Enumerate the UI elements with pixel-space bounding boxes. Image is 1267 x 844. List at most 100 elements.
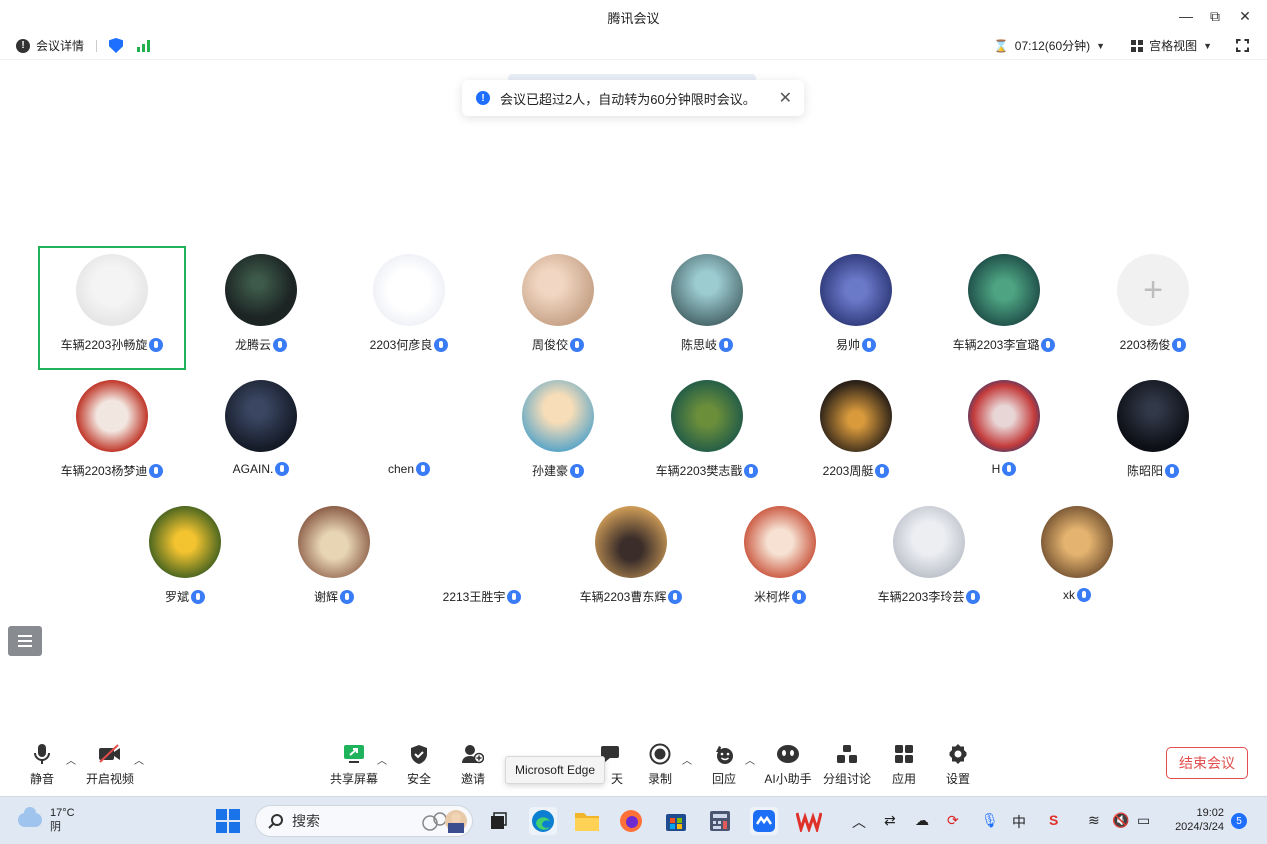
- task-view-icon[interactable]: [484, 807, 512, 835]
- ai-assistant-button[interactable]: AI小助手: [760, 742, 816, 787]
- start-video-button[interactable]: 开启视频: [82, 742, 138, 787]
- participant-tile[interactable]: H: [930, 372, 1078, 496]
- close-button[interactable]: ✕: [1232, 5, 1258, 27]
- fullscreen-icon[interactable]: [1236, 39, 1249, 52]
- chevron-up-icon[interactable]: ︿: [134, 752, 144, 767]
- battery-icon[interactable]: ▭: [1137, 812, 1150, 829]
- edge-browser-icon[interactable]: [529, 807, 557, 835]
- participant-tile[interactable]: 周俊佼: [484, 246, 632, 370]
- camera-off-icon: [82, 742, 138, 766]
- participant-tile[interactable]: 谢辉: [260, 498, 408, 622]
- participant-tile[interactable]: 车辆2203李玲芸: [855, 498, 1003, 622]
- settings-sliders-icon[interactable]: ⇄: [884, 812, 896, 829]
- participant-name-text: 孙建豪: [531, 464, 568, 478]
- meeting-details-link[interactable]: 会议详情: [36, 37, 84, 54]
- breakout-rooms-button[interactable]: 分组讨论: [819, 742, 875, 787]
- share-label: 共享屏幕: [329, 772, 378, 786]
- microphone-icon: [1165, 464, 1179, 478]
- participant-tile[interactable]: 2203何彦良: [335, 246, 483, 370]
- tencent-meeting-icon[interactable]: [750, 807, 778, 835]
- windows-start-icon[interactable]: [214, 807, 242, 835]
- participant-tile[interactable]: xk: [1003, 498, 1151, 622]
- chevron-up-icon[interactable]: ︿: [745, 752, 755, 767]
- file-explorer-icon[interactable]: [573, 807, 601, 835]
- store-icon[interactable]: [662, 807, 690, 835]
- participant-tile[interactable]: 陈思岐: [633, 246, 781, 370]
- participant-tile[interactable]: 易帅: [782, 246, 930, 370]
- participant-avatar: [225, 380, 297, 452]
- participant-avatar: [820, 380, 892, 452]
- calculator-app-icon[interactable]: [706, 807, 734, 835]
- participant-tile[interactable]: 2203周艇: [782, 372, 930, 496]
- participant-name-text: 2203周艇: [822, 464, 874, 478]
- participant-tile[interactable]: 车辆2203曹东辉: [557, 498, 705, 622]
- participant-tile[interactable]: 米柯烨: [706, 498, 854, 622]
- notice-text: 会议已超过2人，自动转为60分钟限时会议。: [500, 91, 756, 107]
- clock-time: 19:02: [1196, 807, 1224, 819]
- participant-name-text: 2203何彦良: [369, 338, 433, 352]
- participant-tile[interactable]: AGAIN.: [187, 372, 335, 496]
- taskbar-tooltip: Microsoft Edge: [505, 756, 605, 784]
- weather-widget[interactable]: 17°C 阴: [18, 806, 75, 834]
- wps-office-icon[interactable]: [795, 807, 823, 835]
- participant-tile[interactable]: 2213王胜宇: [408, 498, 556, 622]
- chevron-up-icon[interactable]: ︿: [682, 752, 692, 767]
- participant-tile[interactable]: 罗斌: [111, 498, 259, 622]
- chevron-up-icon[interactable]: ︿: [377, 752, 387, 767]
- participant-tile[interactable]: chen: [335, 372, 483, 496]
- participant-avatar: [76, 254, 148, 326]
- microphone-icon: [744, 464, 759, 478]
- restore-button[interactable]: ⧉: [1202, 5, 1228, 27]
- react-button[interactable]: 回应: [696, 742, 752, 787]
- onedrive-cloud-icon[interactable]: ☁: [915, 812, 929, 829]
- chevron-up-icon[interactable]: ︿: [852, 812, 866, 832]
- participant-list-toggle[interactable]: [8, 626, 42, 656]
- shield-icon[interactable]: [109, 38, 124, 53]
- participant-name: 陈昭阳: [1079, 462, 1227, 479]
- view-mode-selector[interactable]: 宫格视图: [1149, 37, 1197, 54]
- microphone-icon: [1041, 338, 1056, 352]
- volume-muted-icon[interactable]: 🔇: [1112, 812, 1129, 829]
- participant-tile[interactable]: 陈昭阳: [1079, 372, 1227, 496]
- microphone-tray-icon[interactable]: 🎙: [981, 812, 999, 829]
- settings-button[interactable]: 设置: [930, 742, 986, 787]
- windows-taskbar: 17°C 阴 搜索 ︿ ⇄ ☁ ⟳ 🎙 中 S ≋ 🔇 ▭ 19:02 2024…: [0, 796, 1267, 844]
- participant-tile[interactable]: 龙腾云: [187, 246, 335, 370]
- participant-tile[interactable]: +2203杨俊: [1079, 246, 1227, 370]
- firefox-icon[interactable]: [617, 807, 645, 835]
- participant-avatar: [671, 380, 743, 452]
- minimize-button[interactable]: —: [1173, 5, 1199, 27]
- participant-tile[interactable]: 车辆2203杨梦迪: [38, 372, 186, 496]
- taskbar-search-input[interactable]: 搜索: [255, 805, 473, 837]
- close-icon[interactable]: ✕: [779, 88, 792, 108]
- security-button[interactable]: 安全: [391, 742, 447, 787]
- apps-button[interactable]: 应用: [876, 742, 932, 787]
- wifi-icon[interactable]: ≋: [1088, 812, 1100, 829]
- system-clock[interactable]: 19:02 2024/3/24: [1168, 806, 1224, 834]
- hourglass-icon: ⌛: [993, 38, 1009, 53]
- sogou-input-icon[interactable]: S: [1049, 812, 1058, 828]
- meeting-timer[interactable]: 07:12(60分钟): [1015, 37, 1090, 54]
- chevron-down-icon[interactable]: ▼: [1203, 41, 1212, 51]
- screen-record-icon[interactable]: ⟳: [947, 812, 959, 829]
- chevron-up-icon[interactable]: ︿: [66, 752, 76, 767]
- invite-button[interactable]: 邀请: [445, 742, 501, 787]
- microphone-icon: [507, 590, 522, 604]
- participant-tile[interactable]: 车辆2203樊志戬: [633, 372, 781, 496]
- participant-tile[interactable]: 车辆2203孙畅旋: [38, 246, 186, 370]
- microphone-icon: [862, 338, 876, 352]
- share-screen-button[interactable]: 共享屏幕: [326, 742, 382, 787]
- mute-button[interactable]: 静音: [14, 742, 70, 787]
- record-button[interactable]: 录制: [632, 742, 688, 787]
- chevron-down-icon[interactable]: ▼: [1096, 41, 1105, 51]
- participant-avatar: [225, 254, 297, 326]
- empty-avatar-placeholder: +: [1117, 254, 1189, 326]
- divider: [96, 39, 98, 52]
- signal-icon[interactable]: [137, 39, 151, 52]
- meeting-info-bar: ! 会议详情 ⌛ 07:12(60分钟) ▼ 宫格视图 ▼: [0, 32, 1267, 60]
- participant-tile[interactable]: 孙建豪: [484, 372, 632, 496]
- end-meeting-button[interactable]: 结束会议: [1166, 747, 1248, 779]
- notification-badge[interactable]: 5: [1231, 813, 1247, 829]
- input-method-icon[interactable]: 中: [1012, 812, 1026, 832]
- participant-tile[interactable]: 车辆2203李宣璐: [930, 246, 1078, 370]
